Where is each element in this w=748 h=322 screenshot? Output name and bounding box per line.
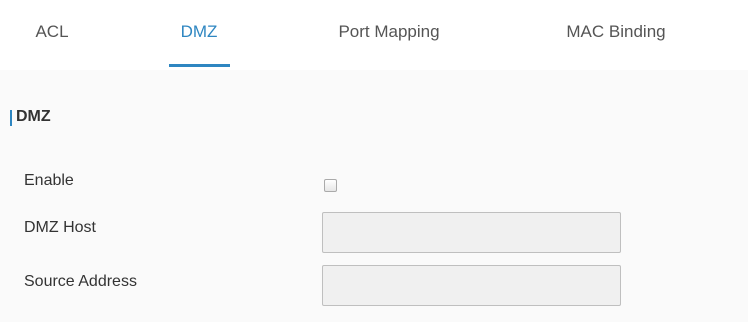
tab-acl[interactable]: ACL (35, 22, 68, 42)
tab-mac-binding[interactable]: MAC Binding (566, 22, 665, 42)
dmz-host-input[interactable] (322, 212, 621, 253)
dmz-settings-panel: DMZ Enable DMZ Host Source Address (0, 70, 748, 322)
active-tab-indicator (169, 64, 230, 67)
tab-bar: ACL DMZ Port Mapping MAC Binding (0, 0, 748, 70)
tab-dmz[interactable]: DMZ (181, 22, 218, 42)
section-title: DMZ (16, 108, 51, 125)
dmz-host-label: DMZ Host (24, 219, 96, 236)
enable-label: Enable (24, 172, 74, 189)
tab-port-mapping[interactable]: Port Mapping (338, 22, 439, 42)
source-address-label: Source Address (24, 273, 137, 290)
section-accent-bar (10, 110, 12, 126)
source-address-input[interactable] (322, 265, 621, 306)
enable-checkbox[interactable] (324, 179, 337, 192)
